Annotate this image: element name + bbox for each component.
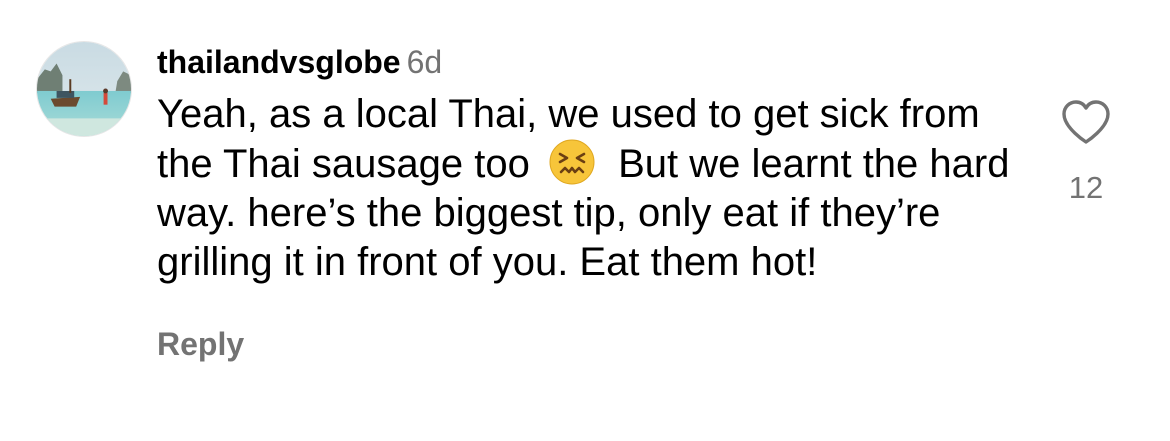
like-button[interactable]: 12 — [1056, 98, 1116, 206]
like-count: 12 — [1068, 170, 1104, 205]
comment-time: 6d — [406, 44, 443, 80]
comment: thailandvsglobe 6d Yeah, as a local Thai,… — [0, 0, 1170, 441]
comment-body: thailandvsglobe 6d Yeah, as a local Thai,… — [157, 40, 1037, 364]
reply-button[interactable]: Reply — [157, 324, 244, 364]
comment-header: thailandvsglobe 6d — [157, 40, 1037, 84]
username[interactable]: thailandvsglobe — [157, 44, 401, 80]
comment-text: Yeah, as a local Thai, we used to get si… — [157, 90, 1037, 287]
avatar[interactable] — [36, 41, 132, 137]
confounded-face-emoji-icon — [549, 139, 595, 185]
avatar-beach-photo — [37, 42, 131, 136]
heart-outline-icon[interactable] — [1060, 98, 1112, 146]
